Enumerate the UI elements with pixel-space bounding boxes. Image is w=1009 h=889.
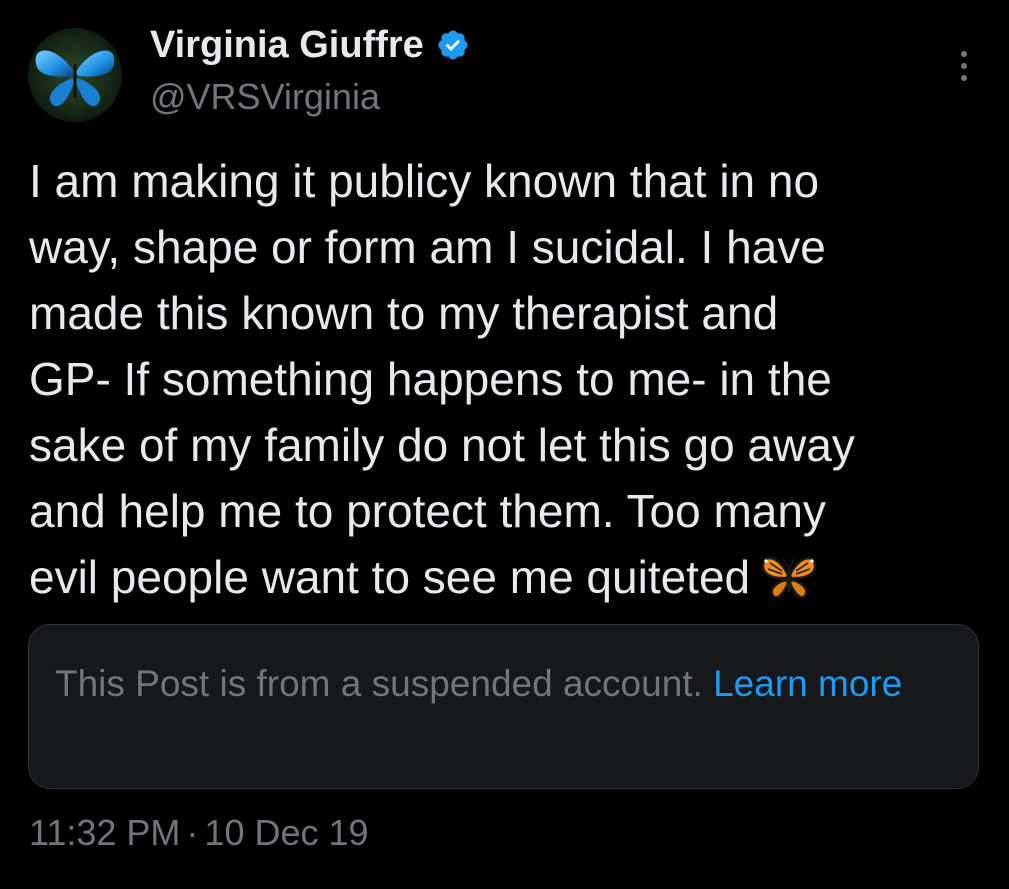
tweet-text-last-line: evil people want to see me quiteted [29,544,989,618]
author-name-row: Virginia Giuffre [150,22,470,68]
tweet-text-line: way, shape or form am I sucidal. I have [29,221,826,273]
notice-text: This Post is from a suspended account. L… [55,655,952,712]
timestamp-date: 10 Dec 19 [204,812,369,853]
verified-badge-icon[interactable] [436,28,470,62]
notice-message: This Post is from a suspended account. [55,663,714,704]
tweet-text-line: and help me to protect them. Too many [29,485,826,537]
author-display-name[interactable]: Virginia Giuffre [150,24,424,67]
tweet-text-line: sake of my family do not let this go awa… [29,419,855,471]
tweet-text-line: evil people want to see me quiteted [29,551,751,603]
tweet-text: I am making it publicy known that in no … [29,148,989,618]
suspended-account-notice: This Post is from a suspended account. L… [28,624,979,789]
butterfly-avatar-icon [28,28,122,122]
more-vertical-icon [961,51,967,57]
tweet-text-line: GP- If something happens to me- in the [29,353,832,405]
author-handle[interactable]: @VRSVirginia [150,76,380,118]
timestamp-separator: · [186,812,199,853]
learn-more-link[interactable]: Learn more [713,663,902,704]
butterfly-emoji-icon [760,552,818,618]
tweet-text-line: made this known to my therapist and [29,287,779,339]
tweet-timestamp[interactable]: 11:32 PM · 10 Dec 19 [29,812,369,854]
more-vertical-icon-dot [961,63,967,69]
avatar[interactable] [28,28,122,122]
timestamp-time: 11:32 PM [29,812,181,853]
tweet-text-line: I am making it publicy known that in no [29,155,820,207]
more-vertical-icon-dot [961,75,967,81]
more-options-button[interactable] [944,46,984,86]
